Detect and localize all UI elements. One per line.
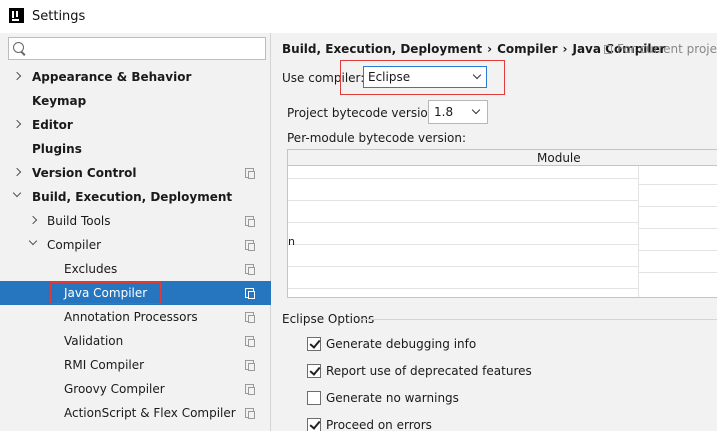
breadcrumb-separator: › [562,42,568,56]
project-level-icon [245,312,255,323]
tree-item-label: Validation [64,334,124,348]
table-row-divider [638,206,717,207]
project-level-icon [245,408,255,419]
project-level-icon [245,168,255,179]
checkbox-generate-debugging-info[interactable] [307,337,321,351]
compiler-highlight-box [340,60,505,95]
tree-item-excludes[interactable]: Excludes [0,257,271,281]
chevron-right-icon[interactable] [12,119,22,129]
tree-item-version-control[interactable]: Version Control [0,161,271,185]
table-row-divider [638,184,717,185]
chevron-down-icon[interactable] [28,236,38,246]
tree-item-label: Editor [32,118,73,132]
intellij-app-icon [9,8,24,23]
tree-item-actionscript-flex-compiler[interactable]: ActionScript & Flex Compiler [0,401,271,425]
tree-item-editor[interactable]: Editor [0,113,271,137]
window-title: Settings [32,9,86,24]
checkbox-label[interactable]: Report use of deprecated features [326,364,532,378]
table-row-divider [638,272,717,273]
tree-item-label: Keymap [32,94,87,108]
tree-item-annotation-processors[interactable]: Annotation Processors [0,305,271,329]
eclipse-options-separator [360,319,717,320]
chevron-right-icon[interactable] [12,71,22,81]
checkbox-report-use-of-deprecated-features[interactable] [307,364,321,378]
settings-search-box[interactable] [8,37,266,60]
breadcrumb-build-execution-deployment[interactable]: Build, Execution, Deployment [282,42,482,56]
project-level-icon [245,240,255,251]
table-row-divider [288,222,638,223]
scope-label: For current project [617,42,717,56]
table-row-divider [288,200,638,201]
settings-tree-panel: Appearance & Behavior Keymap Editor Plugins… [0,33,271,431]
tree-item-build-tools[interactable]: Build Tools [0,209,271,233]
tree-item-rmi-compiler[interactable]: RMI Compiler [0,353,271,377]
tree-item-keymap[interactable]: Keymap [0,89,271,113]
chevron-down-icon [471,105,481,115]
project-level-icon [245,384,255,395]
tree-item-label: Appearance & Behavior [32,70,192,84]
table-header: Module [288,150,717,166]
project-bytecode-version-label: Project bytecode version: [287,106,440,120]
table-row-divider [288,178,638,179]
tree-item-label: RMI Compiler [64,358,145,372]
checkbox-label[interactable]: Generate debugging info [326,337,476,351]
chevron-down-icon[interactable] [12,188,22,198]
tree-item-label: Build, Execution, Deployment [32,190,233,204]
tree-item-label: Groovy Compiler [64,382,165,396]
table-row-divider [288,244,638,245]
tree-item-label: Compiler [47,238,102,252]
chevron-right-icon[interactable] [28,215,38,225]
project-bytecode-version-dropdown[interactable]: 1.8 [428,100,488,124]
tree-item-label: Annotation Processors [64,310,198,324]
checkbox-label[interactable]: Proceed on errors [326,418,432,431]
per-module-bytecode-label: Per-module bytecode version: [287,131,467,145]
project-level-icon [245,288,255,299]
title-bar: Settings [0,0,717,33]
tree-item-label: Build Tools [47,214,111,228]
project-level-icon [245,264,255,275]
tree-item-build-execution-deployment[interactable]: Build, Execution, Deployment [0,185,271,209]
search-input[interactable] [29,40,259,57]
java-compiler-settings-panel: Build, Execution, Deployment › Compiler › Ja… [272,33,717,431]
tree-item-appearance-behavior[interactable]: Appearance & Behavior [0,65,271,89]
tree-item-validation[interactable]: Validation [0,329,271,353]
checkbox-generate-no-warnings[interactable] [307,391,321,405]
tree-item-label: Excludes [64,262,118,276]
column-divider [638,166,639,297]
per-module-bytecode-table[interactable]: Module n [287,149,717,298]
module-column-header[interactable]: Module [537,151,581,165]
chevron-right-icon[interactable] [12,167,22,177]
table-row-divider [638,228,717,229]
table-row-text: n [288,235,295,248]
scope-indicator: For current project [604,42,717,56]
project-scope-icon [604,45,612,54]
table-row-divider [288,288,638,289]
breadcrumb-compiler[interactable]: Compiler [497,42,557,56]
tree-item-label: ActionScript & Flex Compiler [64,406,236,420]
checkbox-label[interactable]: Generate no warnings [326,391,459,405]
tree-item-label: Version Control [32,166,137,180]
tree-item-compiler[interactable]: Compiler [0,233,271,257]
project-level-icon [245,336,255,347]
project-level-icon [245,216,255,227]
breadcrumb-separator: › [487,42,493,56]
checkbox-proceed-on-errors[interactable] [307,418,321,431]
bytecode-version-value: 1.8 [434,105,454,119]
tree-item-groovy-compiler[interactable]: Groovy Compiler [0,377,271,401]
table-row-divider [638,250,717,251]
table-row-divider [288,266,638,267]
search-icon [13,42,24,53]
tree-item-label: Plugins [32,142,82,156]
tree-item-plugins[interactable]: Plugins [0,137,271,161]
project-level-icon [245,360,255,371]
java-compiler-highlight-box [50,282,161,304]
